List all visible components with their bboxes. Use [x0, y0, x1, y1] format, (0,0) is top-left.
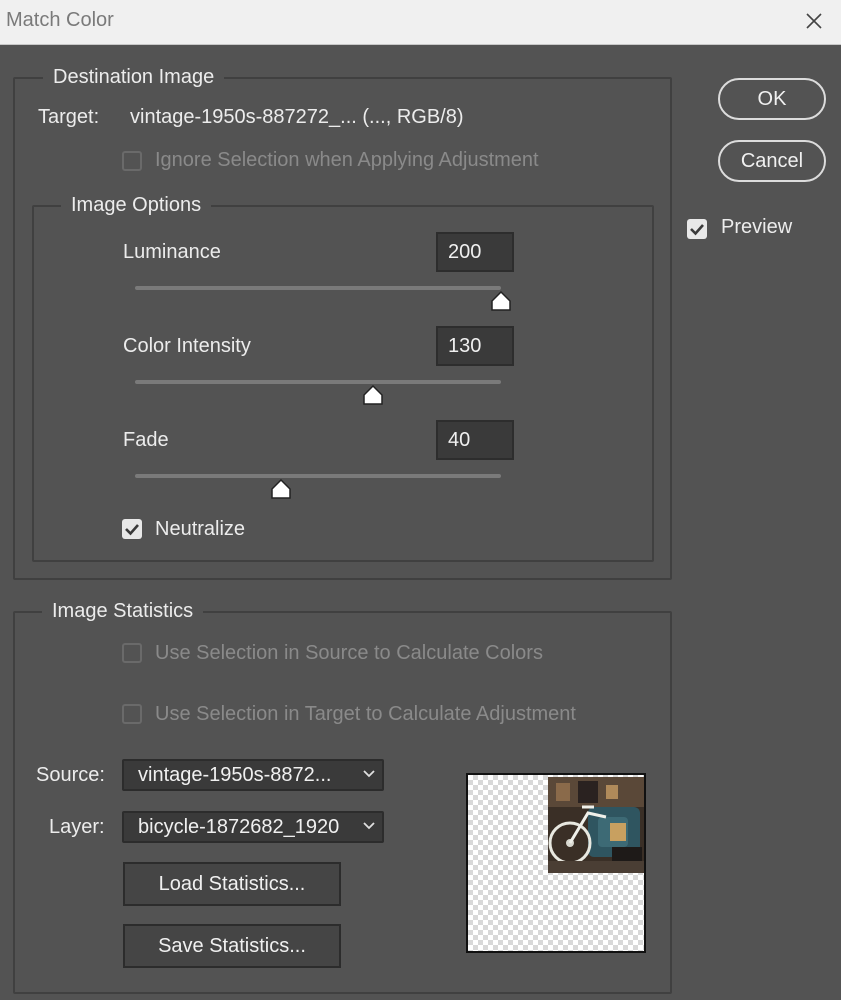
luminance-label: Luminance	[123, 241, 221, 263]
luminance-input[interactable]: 200	[436, 232, 514, 272]
source-label: Source:	[36, 764, 105, 786]
checkmark-icon	[125, 524, 139, 536]
source-thumbnail	[466, 773, 646, 953]
load-statistics-button[interactable]: Load Statistics...	[123, 862, 341, 906]
fade-input[interactable]: 40	[436, 420, 514, 460]
fade-label: Fade	[123, 429, 169, 451]
layer-select[interactable]: bicycle-1872682_1920	[122, 811, 384, 843]
image-options-legend: Image Options	[61, 194, 212, 217]
save-statistics-button[interactable]: Save Statistics...	[123, 924, 341, 968]
layer-select-value: bicycle-1872682_1920	[138, 816, 340, 838]
title-bar: Match Color	[0, 0, 841, 45]
checkmark-icon	[690, 224, 704, 236]
use-source-selection-label: Use Selection in Source to Calculate Col…	[155, 642, 543, 664]
cancel-button[interactable]: Cancel	[718, 140, 826, 182]
image-statistics-legend: Image Statistics	[42, 600, 204, 623]
ok-button[interactable]: OK	[718, 78, 826, 120]
destination-image-legend: Destination Image	[43, 66, 225, 89]
color-intensity-input[interactable]: 130	[436, 326, 514, 366]
source-select[interactable]: vintage-1950s-8872...	[122, 759, 384, 791]
fade-slider-track[interactable]	[135, 474, 501, 478]
source-select-value: vintage-1950s-8872...	[138, 764, 332, 786]
preview-label: Preview	[721, 216, 793, 238]
slider-thumb-icon[interactable]	[362, 385, 384, 405]
layer-label: Layer:	[49, 816, 105, 838]
slider-thumb-icon[interactable]	[270, 479, 292, 499]
close-icon[interactable]	[801, 8, 827, 34]
chevron-down-icon	[363, 770, 375, 778]
preview-checkbox[interactable]	[687, 219, 707, 239]
luminance-slider-track[interactable]	[135, 286, 501, 290]
color-intensity-slider-track[interactable]	[135, 380, 501, 384]
source-photo-image	[548, 777, 644, 873]
window-title: Match Color	[6, 9, 114, 31]
use-source-selection-checkbox[interactable]	[122, 643, 142, 663]
use-target-selection-label: Use Selection in Target to Calculate Adj…	[155, 703, 576, 725]
ignore-selection-checkbox[interactable]	[122, 151, 142, 171]
use-target-selection-checkbox[interactable]	[122, 704, 142, 724]
ignore-selection-label: Ignore Selection when Applying Adjustmen…	[155, 149, 539, 171]
slider-thumb-icon[interactable]	[490, 291, 512, 311]
color-intensity-label: Color Intensity	[123, 335, 251, 357]
neutralize-label: Neutralize	[155, 518, 246, 540]
chevron-down-icon	[363, 822, 375, 830]
target-label: Target:	[38, 106, 100, 128]
neutralize-checkbox[interactable]	[122, 519, 142, 539]
target-value: vintage-1950s-887272_... (..., RGB/8)	[130, 106, 464, 128]
